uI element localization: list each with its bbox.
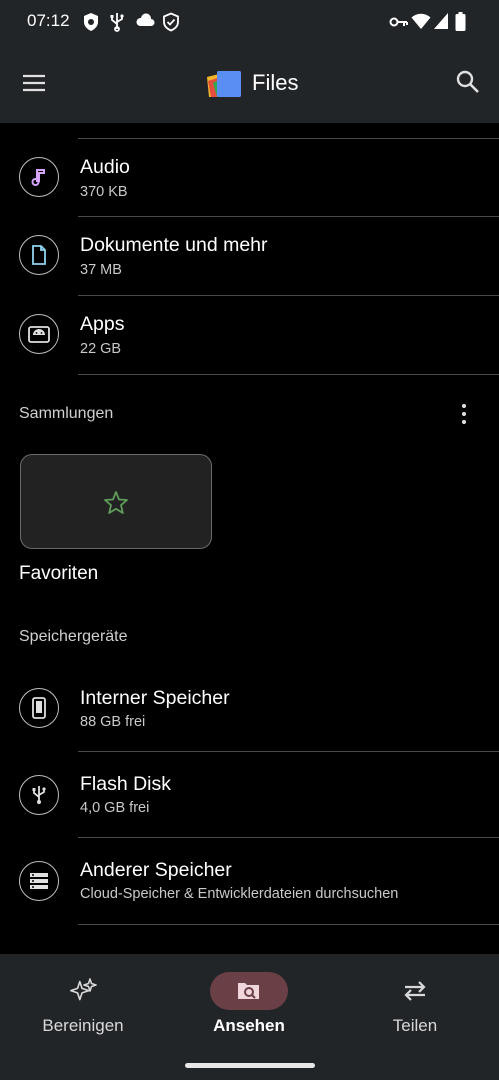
storage-stack-icon [19, 861, 59, 901]
storage-free: 4,0 GB frei [80, 800, 150, 816]
search-icon [456, 70, 479, 93]
usb-icon [110, 12, 124, 37]
vpn-key-icon [389, 15, 409, 34]
storage-internal[interactable]: Interner Speicher 88 GB frei [0, 668, 499, 751]
audio-icon [19, 157, 59, 197]
category-size: 22 GB [80, 341, 122, 357]
shield-badge-icon [82, 12, 100, 37]
browse-icon [210, 972, 288, 1010]
cloud-icon [135, 12, 155, 33]
storage-heading: Speichergeräte [19, 628, 128, 645]
nav-label: Bereinigen [42, 1016, 124, 1035]
hamburger-icon [23, 74, 45, 92]
status-time: 07:12 [27, 11, 70, 30]
divider [78, 374, 499, 375]
nav-label: Ansehen [213, 1016, 285, 1035]
swap-icon [376, 972, 454, 1010]
sparkle-icon [44, 972, 122, 1010]
nav-browse[interactable]: Ansehen [166, 954, 332, 1054]
category-size: 370 KB [80, 184, 128, 200]
category-title: Audio [80, 156, 130, 178]
status-bar: 07:12 [0, 0, 499, 45]
app-title: Files [252, 70, 299, 95]
favorites-label: Favoriten [19, 563, 99, 584]
battery-icon [455, 12, 466, 36]
nav-share[interactable]: Teilen [332, 954, 498, 1054]
home-indicator[interactable] [185, 1063, 315, 1068]
favorites-card[interactable] [20, 454, 212, 549]
more-vert-icon [462, 404, 466, 408]
android-app-icon [19, 314, 59, 354]
storage-title: Anderer Speicher [80, 859, 232, 881]
document-icon [19, 235, 59, 275]
files-logo-icon [205, 69, 243, 104]
storage-flash-disk[interactable]: Flash Disk 4,0 GB frei [0, 752, 499, 837]
category-title: Dokumente und mehr [80, 234, 268, 256]
storage-free: 88 GB frei [80, 714, 146, 730]
more-options-button[interactable] [452, 402, 476, 426]
category-documents[interactable]: Dokumente und mehr 37 MB [0, 217, 499, 295]
phone-icon [19, 688, 59, 728]
menu-button[interactable] [18, 67, 50, 99]
wifi-icon [411, 12, 431, 35]
usb-icon [19, 775, 59, 815]
search-button[interactable] [455, 69, 485, 99]
nav-clean[interactable]: Bereinigen [0, 954, 166, 1054]
star-icon [104, 490, 128, 514]
category-size: 37 MB [80, 262, 122, 278]
category-audio[interactable]: Audio 370 KB [0, 139, 499, 216]
collections-heading: Sammlungen [19, 405, 114, 422]
category-apps[interactable]: Apps 22 GB [0, 296, 499, 374]
storage-title: Interner Speicher [80, 687, 230, 709]
shield-check-icon [162, 12, 180, 37]
app-bar: Files [0, 45, 499, 123]
nav-label: Teilen [392, 1016, 438, 1035]
storage-other[interactable]: Anderer Speicher Cloud-Speicher & Entwic… [0, 838, 499, 924]
storage-title: Flash Disk [80, 773, 172, 795]
storage-description: Cloud-Speicher & Entwicklerdateien durch… [80, 886, 399, 902]
divider [78, 924, 499, 925]
signal-icon [433, 12, 449, 35]
bottom-navigation: Bereinigen Ansehen Teilen [0, 954, 499, 1080]
category-title: Apps [80, 313, 125, 335]
